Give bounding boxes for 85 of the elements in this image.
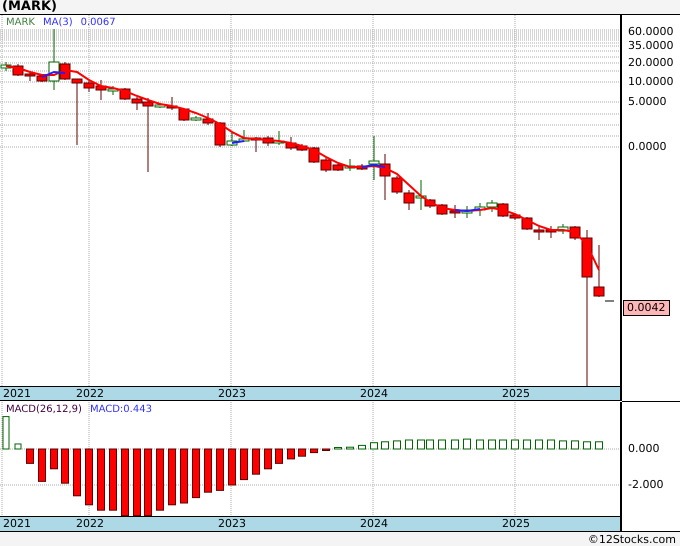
histogram-bar [14,443,22,450]
legend-label: 0.0067 [80,17,116,28]
candle [486,200,498,212]
year-label: 2024 [360,517,388,531]
histogram-bar [334,447,342,450]
year-label: 2024 [360,387,388,401]
candle [450,204,460,218]
histogram-bar [109,448,117,511]
axis-label: 60.0000 [628,26,674,38]
candle [274,130,284,146]
histogram-bar [85,448,93,506]
histogram-bar [476,440,484,450]
chart-title: (MARK) [2,0,57,14]
price-marker [604,300,614,302]
histogram-bar [287,448,295,460]
histogram-bar [595,441,603,450]
axis-label: -2.000 [628,479,664,491]
axis-label: 20.0000 [628,57,674,69]
histogram-bar [240,448,248,480]
histogram-bar [523,440,531,450]
candle [238,130,250,142]
axis-label: 5.0000 [628,96,666,108]
histogram-bar [358,444,366,450]
histogram-bar [156,448,164,511]
histogram-bar [275,448,283,464]
histogram-bar [298,448,306,457]
histogram-bar [264,448,272,470]
histogram-bar [121,448,129,516]
histogram-bar [571,440,579,450]
year-label: 2022 [76,387,104,401]
histogram-bar [26,448,34,464]
year-label: 2023 [218,387,246,401]
histogram-bar [180,448,188,504]
copyright-text: ©12Stocks.com [588,532,676,546]
histogram-bar [168,448,176,506]
histogram-bar [133,448,141,516]
candle [546,226,556,238]
histogram-bar [228,448,236,486]
legend-label: MARK [6,17,35,28]
histogram-bar [144,448,152,516]
legend-label: MACD(26,12,9) [6,404,82,415]
candle [534,224,544,240]
histogram-bar [438,440,446,450]
axis-label: 0.0000 [628,141,666,153]
histogram-bar [310,448,318,454]
candle [558,224,568,234]
histogram-bar [559,440,567,450]
histogram-bar [583,441,591,450]
candle [474,202,486,216]
histogram-bar [405,440,413,450]
histogram-bar [346,446,354,450]
histogram-bar [381,441,389,450]
histogram-bar [192,448,200,498]
legend-label: MA(3) [42,17,73,28]
legend-label: MACD:0.443 [90,404,152,415]
histogram-bar [511,440,519,450]
histogram-bar [61,448,69,484]
axis-label: 0.000 [628,443,660,455]
histogram-bar [547,440,555,450]
price-tag: 0.0042 [623,300,670,316]
year-label: 2025 [502,387,530,401]
histogram-bar [38,448,46,482]
year-label: 2022 [76,517,104,531]
candle [462,206,472,218]
histogram-bar [488,440,496,450]
histogram-bar [50,448,58,470]
histogram-bar [499,440,507,450]
histogram-bar [370,442,378,450]
histogram-bar [535,440,543,450]
histogram-bar [204,448,212,493]
histogram-bar [73,448,81,496]
histogram-bar [97,448,105,511]
histogram-bar [322,448,330,451]
histogram-bar [216,448,224,491]
histogram-bar [451,440,459,450]
histogram-bar [463,438,471,450]
histogram-bar [252,448,260,475]
year-label: 2021 [3,517,31,531]
year-label: 2023 [218,517,246,531]
year-label: 2025 [502,517,530,531]
year-label: 2021 [3,387,31,401]
axis-label: 35.0000 [628,40,674,52]
histogram-bar [2,416,10,450]
axis-label: 10.0000 [628,76,674,88]
histogram-bar [393,440,401,450]
